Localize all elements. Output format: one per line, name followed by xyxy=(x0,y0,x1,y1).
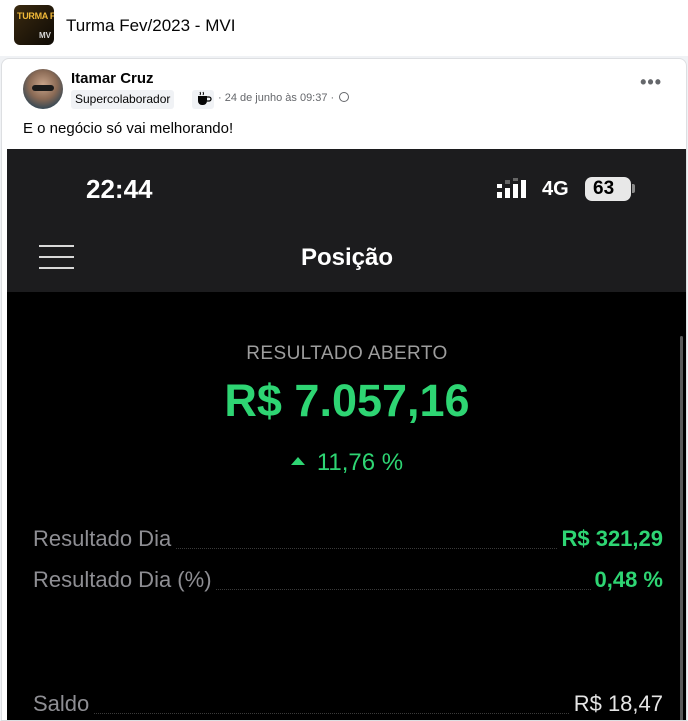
battery-level: 63 xyxy=(593,178,615,199)
group-thumb-text-small: MV xyxy=(39,31,51,40)
percent-text: 11,76 % xyxy=(316,449,404,476)
battery-icon: 63 xyxy=(585,177,631,201)
arrow-up-icon xyxy=(290,457,305,465)
open-result-label: RESULTADO ABERTO xyxy=(246,343,448,364)
avatar[interactable] xyxy=(23,69,63,109)
row-daily-result-percent: Resultado Dia (%) 0,48 % xyxy=(33,567,663,597)
post-timestamp[interactable]: · 24 de junho às 09:37 · xyxy=(218,92,350,104)
network-type: 4G xyxy=(542,178,569,200)
row-value: 0,48 % xyxy=(590,567,663,593)
battery-tip xyxy=(632,184,635,193)
row-daily-result: Resultado Dia R$ 321,29 xyxy=(33,526,663,556)
avatar-glasses xyxy=(32,85,54,91)
post-image[interactable]: 22:44 4G 63 Posição RESULTADO ABERTO R$ … xyxy=(7,149,686,720)
group-thumbnail[interactable]: TURMA FEV MV xyxy=(14,5,54,45)
post-text: E o negócio só vai melhorando! xyxy=(23,120,234,137)
contributor-badge[interactable]: Supercolaborador xyxy=(71,90,175,109)
app-header: 22:44 4G 63 Posição xyxy=(7,149,686,292)
open-result-percent: 11,76 % xyxy=(7,449,686,477)
signal-icon xyxy=(497,178,526,198)
globe-icon xyxy=(339,92,350,102)
author-name[interactable]: Itamar Cruz xyxy=(71,70,154,87)
status-time: 22:44 xyxy=(86,174,153,204)
open-result-value: R$ 7.057,16 xyxy=(224,375,470,426)
more-options-icon[interactable]: ••• xyxy=(640,73,662,91)
row-value: R$ 321,29 xyxy=(557,526,663,552)
row-value: R$ 18,47 xyxy=(569,691,663,717)
timestamp-text[interactable]: · 24 de junho às 09:37 · xyxy=(218,92,334,104)
group-thumb-text: TURMA FEV xyxy=(17,11,54,21)
row-label: Resultado Dia (%) xyxy=(33,567,216,593)
coffee-icon[interactable] xyxy=(192,90,214,109)
dotted-leader xyxy=(33,713,663,714)
row-label: Resultado Dia xyxy=(33,526,176,552)
row-label: Saldo xyxy=(33,691,94,717)
group-header: TURMA FEV MV Turma Fev/2023 - MVI xyxy=(0,0,688,56)
post-card: Itamar Cruz Supercolaborador · 24 de jun… xyxy=(1,58,687,721)
page-title: Posição xyxy=(300,244,394,271)
group-name[interactable]: Turma Fev/2023 - MVI xyxy=(66,16,235,36)
row-balance: Saldo R$ 18,47 xyxy=(33,691,663,720)
